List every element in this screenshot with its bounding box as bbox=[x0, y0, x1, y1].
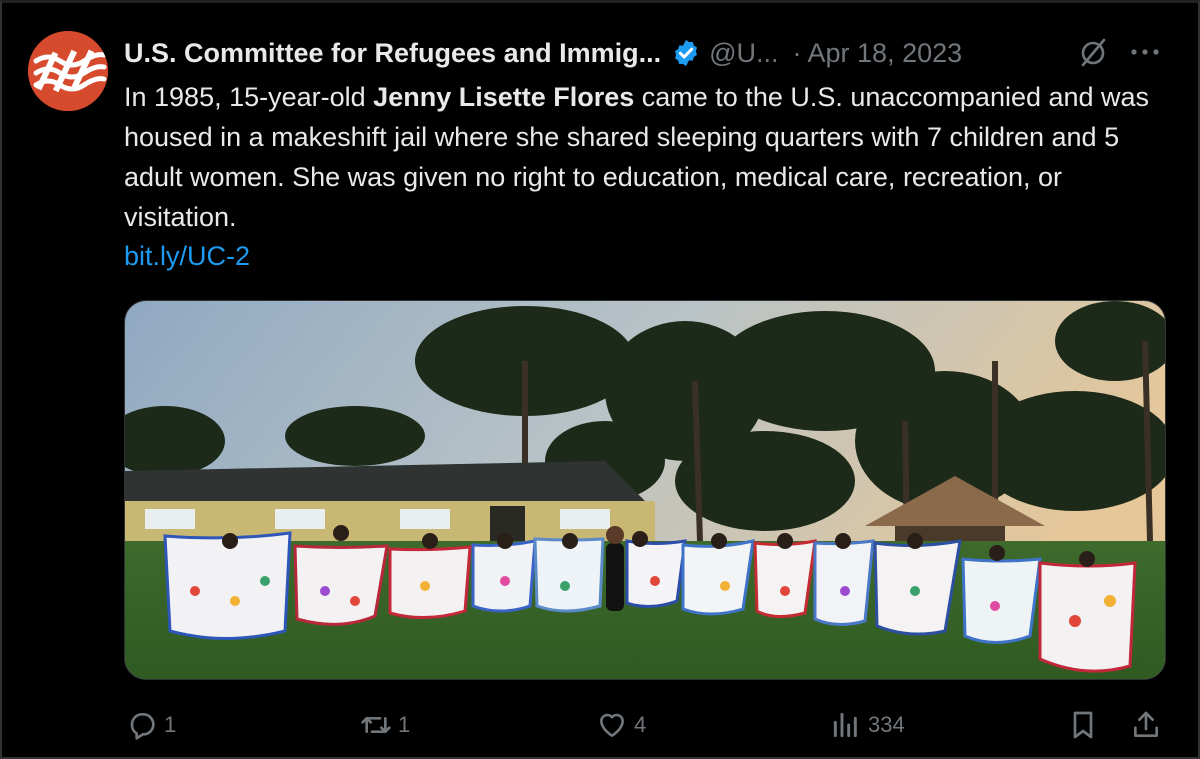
share-button[interactable] bbox=[1130, 703, 1162, 747]
bookmark-button[interactable] bbox=[1067, 703, 1099, 747]
like-button[interactable]: 4 bbox=[596, 703, 646, 747]
tweet-card[interactable]: U.S. Committee for Refugees and Immig...… bbox=[0, 0, 1200, 759]
photo-dancers-on-lawn bbox=[125, 301, 1165, 679]
tweet-header: U.S. Committee for Refugees and Immig...… bbox=[124, 33, 962, 73]
reply-button[interactable]: 1 bbox=[126, 703, 176, 747]
separator-dot: · bbox=[792, 37, 802, 68]
heart-icon bbox=[600, 713, 624, 737]
views-count: 334 bbox=[868, 712, 905, 737]
reply-count: 1 bbox=[164, 712, 177, 737]
retweet-button[interactable]: 1 bbox=[360, 703, 410, 747]
bookmark-icon bbox=[1073, 711, 1093, 739]
retweet-count: 1 bbox=[398, 712, 411, 737]
share-icon bbox=[1134, 711, 1158, 737]
views-button[interactable]: 334 bbox=[830, 703, 905, 747]
author-name[interactable]: U.S. Committee for Refugees and Immig... bbox=[124, 38, 661, 69]
reply-icon bbox=[130, 713, 155, 740]
retweet-icon bbox=[361, 717, 391, 733]
views-icon bbox=[833, 712, 857, 738]
tweet-photo[interactable] bbox=[124, 300, 1166, 680]
tweet-text-bold: Jenny Lisette Flores bbox=[373, 82, 635, 112]
tweet-date[interactable]: Apr 18, 2023 bbox=[808, 38, 963, 69]
tweet-text: In 1985, 15-year-old Jenny Lisette Flore… bbox=[124, 77, 1174, 237]
verified-badge-icon[interactable] bbox=[671, 38, 701, 68]
author-handle[interactable]: @U... bbox=[709, 38, 778, 69]
tweet-link[interactable]: bit.ly/UC-2 bbox=[124, 236, 250, 276]
tweet-text-start: In 1985, 15-year-old bbox=[124, 82, 374, 112]
more-icon[interactable] bbox=[1128, 39, 1162, 65]
like-count: 4 bbox=[634, 712, 647, 737]
avatar[interactable] bbox=[28, 31, 108, 111]
uscri-logo-icon bbox=[28, 31, 108, 111]
grok-icon[interactable] bbox=[1077, 36, 1109, 68]
tweet-actions: 1 1 4 334 bbox=[2, 703, 1198, 747]
